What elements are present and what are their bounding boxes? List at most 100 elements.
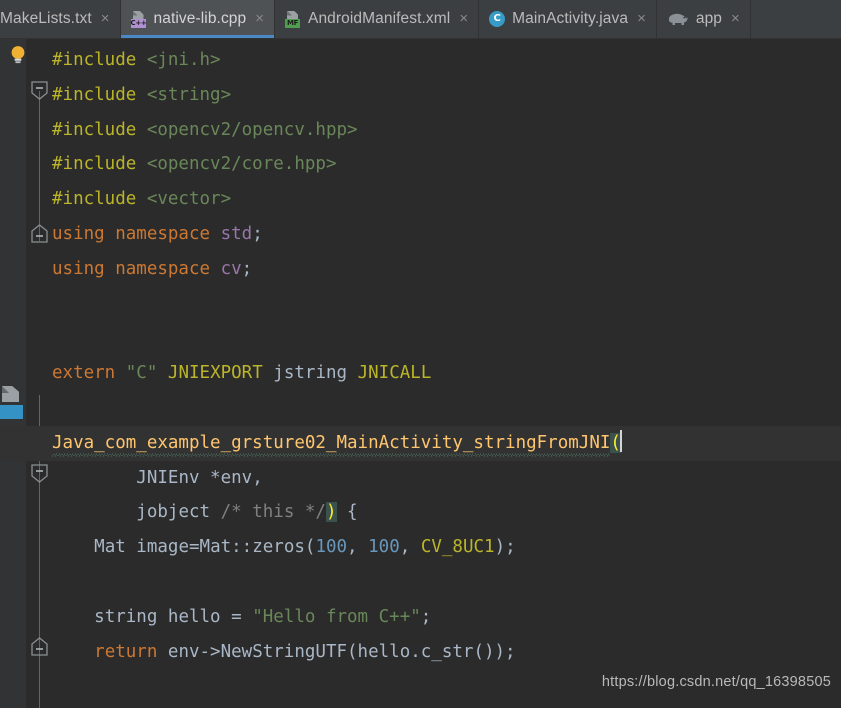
fold-region-line-includes bbox=[39, 91, 40, 241]
code-token: #include bbox=[52, 50, 147, 70]
code-token: <opencv2/opencv.hpp> bbox=[146, 119, 358, 140]
code-token: ) bbox=[494, 537, 506, 558]
code-token: using namespace bbox=[52, 258, 221, 279]
code-token: hello = bbox=[157, 606, 253, 627]
mf-badge-label: MF bbox=[285, 18, 301, 28]
tab-makelists-txt[interactable]: MakeLists.txt × bbox=[0, 0, 121, 38]
code-line: #include <jni.h> bbox=[52, 43, 841, 78]
code-token: /* this */ bbox=[220, 502, 326, 523]
tab-app-gradle[interactable]: app × bbox=[656, 0, 751, 38]
code-token: ; bbox=[252, 223, 263, 244]
code-token: std bbox=[220, 223, 253, 244]
code-text-area[interactable]: #include <jni.h> #include <string> #includ… bbox=[0, 39, 841, 708]
code-token: #include bbox=[52, 189, 147, 210]
fold-marker-collapse-includes-bottom[interactable] bbox=[31, 224, 48, 243]
tab-close-icon[interactable]: × bbox=[253, 9, 265, 30]
code-token: #include bbox=[52, 84, 147, 105]
code-token: #include bbox=[52, 119, 147, 140]
code-token: Mat bbox=[94, 537, 126, 558]
lightbulb-intention-icon[interactable] bbox=[8, 44, 28, 66]
tab-label: MakeLists.txt bbox=[0, 10, 92, 27]
tab-label: native-lib.cpp bbox=[153, 10, 247, 27]
code-token: <jni.h> bbox=[146, 50, 221, 70]
code-token: ; bbox=[505, 537, 516, 558]
tab-close-icon[interactable]: × bbox=[457, 9, 469, 30]
cpp-badge-label: C++ bbox=[130, 18, 147, 28]
code-line: #include <string> bbox=[52, 78, 841, 113]
code-token: cv bbox=[220, 258, 242, 279]
code-token: using namespace bbox=[52, 223, 221, 244]
tab-androidmanifest-xml[interactable]: MF AndroidManifest.xml × bbox=[275, 0, 480, 38]
code-line: jobject /* this */) { bbox=[52, 495, 841, 530]
code-line: return env->NewStringUTF(hello.c_str()); bbox=[52, 635, 841, 670]
java-class-icon: C bbox=[489, 11, 506, 27]
code-token: image= bbox=[125, 537, 200, 558]
code-token: JNIEnv bbox=[136, 467, 200, 488]
tab-close-icon[interactable]: × bbox=[635, 9, 647, 30]
code-token: string bbox=[94, 606, 158, 627]
code-token: return bbox=[94, 641, 158, 662]
code-line: #include <opencv2/core.hpp> bbox=[52, 147, 841, 182]
code-token: Mat bbox=[199, 537, 232, 558]
code-line: Mat image=Mat::zeros(100, 100, CV_8UC1); bbox=[52, 530, 841, 565]
tab-close-icon[interactable]: × bbox=[99, 9, 111, 30]
tab-close-icon[interactable]: × bbox=[729, 9, 741, 30]
code-token: <vector> bbox=[146, 189, 232, 210]
code-folding-gutter[interactable] bbox=[26, 39, 52, 708]
code-token: { bbox=[336, 502, 358, 523]
code-token: , bbox=[252, 467, 263, 488]
tab-label: MainActivity.java bbox=[512, 10, 629, 27]
code-editor[interactable]: #include <jni.h> #include <string> #includ… bbox=[0, 39, 841, 708]
fold-marker-collapse-includes-top[interactable] bbox=[31, 81, 48, 100]
code-line: } bbox=[52, 704, 841, 708]
code-line: string hello = "Hello from C++"; bbox=[52, 600, 841, 635]
fold-region-line-tail bbox=[39, 651, 40, 708]
text-caret bbox=[619, 429, 622, 452]
code-token: ) bbox=[325, 502, 337, 523]
code-token: jobject bbox=[136, 502, 211, 523]
code-token: 100 bbox=[368, 537, 400, 558]
code-token: 100 bbox=[315, 537, 348, 558]
tab-label: app bbox=[695, 10, 723, 27]
tab-mainactivity-java[interactable]: C MainActivity.java × bbox=[479, 0, 657, 38]
code-token: #include bbox=[52, 154, 147, 175]
fold-marker-collapse-function-body[interactable] bbox=[31, 464, 48, 483]
code-token: CV_8UC1 bbox=[420, 537, 495, 558]
editor-left-gutter-strip[interactable] bbox=[0, 39, 26, 708]
code-token: , bbox=[399, 537, 421, 558]
code-token: JNIEXPORT bbox=[167, 363, 263, 384]
code-token: ; bbox=[420, 606, 432, 627]
code-token: <opencv2/core.hpp> bbox=[146, 154, 337, 175]
code-token: "C" bbox=[125, 363, 158, 384]
code-token: env->NewStringUTF(hello.c_str()); bbox=[157, 641, 516, 662]
editor-tab-bar: MakeLists.txt × C++ native-lib.cpp × MF … bbox=[0, 0, 841, 39]
code-line: #include <opencv2/opencv.hpp> bbox=[52, 113, 841, 148]
code-line: JNIEnv *env, bbox=[52, 461, 841, 496]
code-line: Java_com_example_grsture02_MainActivity_… bbox=[0, 425, 841, 461]
code-token: ; bbox=[241, 258, 253, 279]
code-token: <string> bbox=[146, 84, 232, 105]
code-line: extern "C" JNIEXPORT jstring JNICALL bbox=[52, 356, 841, 391]
code-token: extern bbox=[52, 363, 126, 384]
cpp-file-icon: C++ bbox=[130, 10, 147, 28]
code-token: *env bbox=[199, 467, 253, 488]
manifest-file-icon: MF bbox=[285, 10, 301, 28]
code-token: jstring bbox=[273, 363, 348, 384]
tab-native-lib-cpp[interactable]: C++ native-lib.cpp × bbox=[120, 0, 276, 38]
code-token: JNICALL bbox=[357, 363, 432, 384]
fold-marker-collapse-function-end[interactable] bbox=[31, 637, 48, 656]
code-token: ::zeros( bbox=[231, 537, 316, 558]
breakpoint-marker-icon[interactable] bbox=[0, 386, 25, 426]
